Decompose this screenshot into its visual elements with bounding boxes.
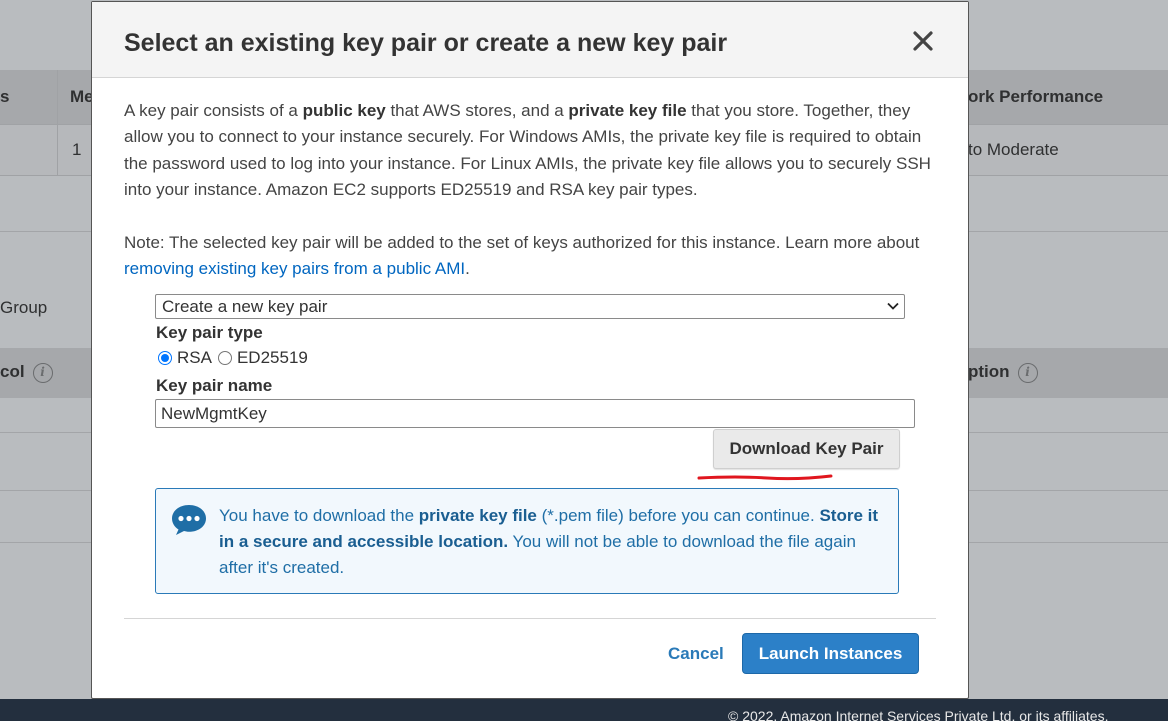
rsa-radio[interactable] [158,351,172,365]
key-pair-type-options: RSA ED25519 [158,348,314,368]
info-icon[interactable]: i [1017,362,1038,383]
key-pair-type-label: Key pair type [156,323,263,342]
cancel-button[interactable]: Cancel [668,644,724,664]
red-underline-annotation [697,474,833,481]
authorization-note: Note: The selected key pair will be adde… [124,233,920,279]
ed25519-radio-label[interactable]: ED25519 [237,348,308,368]
key-pair-select[interactable]: Create a new key pair [155,294,905,319]
network-performance-column-header: ork Performance [968,87,1104,106]
close-button[interactable] [912,30,934,52]
ed25519-radio[interactable] [217,351,232,365]
chevron-down-icon [887,302,899,310]
description-column-header: ption i [968,362,1038,383]
page-footer: © 2022, Amazon Internet Services Private… [0,699,1168,721]
column-header-partial: s [0,87,10,106]
download-info-text: You have to download the private key fil… [219,506,878,577]
protocol-column-header: col i [0,362,53,383]
row-count-cell: 1 [72,140,82,159]
download-key-pair-button[interactable]: Download Key Pair [713,429,900,469]
key-pair-select-value: Create a new key pair [162,297,328,316]
download-info-alert: You have to download the private key fil… [155,488,899,594]
dialog-title: Select an existing key pair or create a … [124,29,728,57]
network-performance-cell: to Moderate [968,140,1059,159]
dialog-header: Select an existing key pair or create a … [92,2,968,78]
rsa-radio-label[interactable]: RSA [177,348,212,368]
key-pair-name-input[interactable]: NewMgmtKey [155,399,915,428]
key-pair-name-label: Key pair name [156,376,273,395]
launch-instances-button[interactable]: Launch Instances [742,633,919,674]
key-pair-description: A key pair consists of a public key that… [124,101,931,199]
chat-bubble-icon [172,505,206,535]
close-icon [913,31,933,51]
security-group-label: Group [0,298,48,317]
column-divider [57,70,58,176]
copyright-text: © 2022, Amazon Internet Services Private… [728,708,1109,721]
footer-divider [124,618,936,619]
info-icon[interactable]: i [32,362,53,383]
remove-key-pairs-link[interactable]: removing existing key pairs from a publi… [124,259,465,278]
key-pair-dialog: Select an existing key pair or create a … [91,1,969,699]
